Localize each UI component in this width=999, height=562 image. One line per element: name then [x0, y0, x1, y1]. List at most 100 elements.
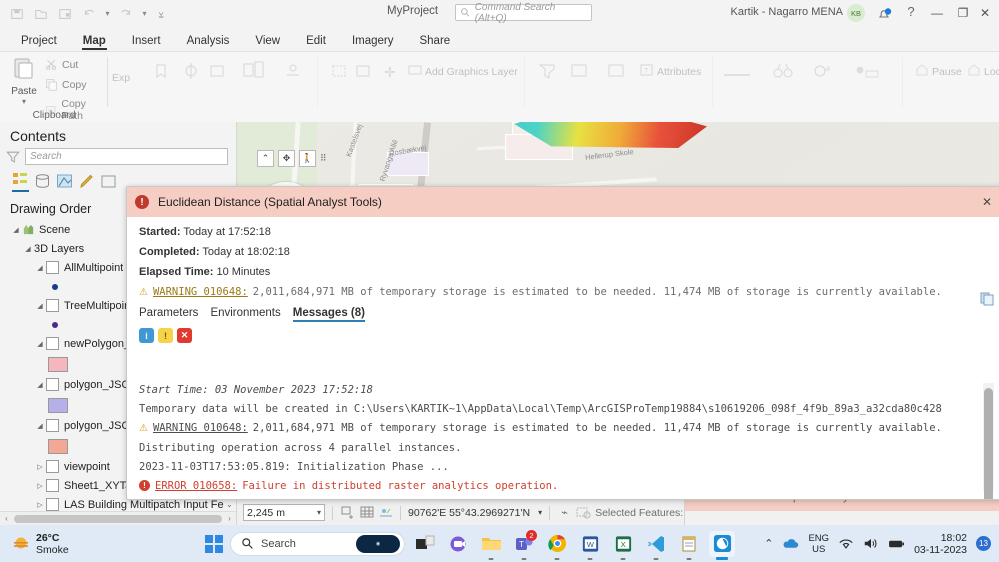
log-error-code[interactable]: ERROR 010658:: [155, 480, 237, 492]
navigator-drag-handle[interactable]: ⠿: [320, 153, 328, 164]
layer-visibility-checkbox[interactable]: [46, 479, 59, 492]
log-warning-code[interactable]: WARNING 010648:: [153, 422, 248, 434]
notification-bell-icon[interactable]: [875, 5, 893, 23]
start-button[interactable]: [205, 535, 223, 553]
add-to-scale-list-icon[interactable]: [340, 505, 355, 520]
open-icon[interactable]: [30, 4, 52, 24]
header-warning-code[interactable]: WARNING 010648:: [153, 286, 248, 298]
undo-dropdown-icon[interactable]: ▾: [102, 4, 113, 24]
cut-button[interactable]: Cut: [45, 58, 78, 71]
select-by-location-icon[interactable]: [570, 62, 590, 83]
notepad-icon[interactable]: [676, 531, 702, 557]
language-indicator[interactable]: ENG US: [808, 533, 829, 555]
clock[interactable]: 18:02 03-11-2023: [914, 532, 967, 556]
layer-visibility-checkbox[interactable]: [46, 460, 59, 473]
locate-point-icon[interactable]: [855, 62, 881, 83]
task-view-icon[interactable]: [412, 531, 438, 557]
coordinate-format-chevron-icon[interactable]: ▾: [538, 508, 542, 517]
walk-mode-icon[interactable]: 🚶: [299, 150, 316, 167]
collapse-arrow-icon[interactable]: ▷: [34, 501, 46, 509]
point-symbol-swatch[interactable]: [52, 322, 58, 328]
copy-messages-icon[interactable]: [980, 292, 994, 309]
layer-list-overflow-icon[interactable]: ⌄: [226, 500, 233, 509]
layer-visibility-checkbox[interactable]: [46, 419, 59, 432]
measure-status-icon[interactable]: ⌁: [557, 505, 572, 520]
minimize-button[interactable]: —: [923, 3, 951, 23]
explore-binoculars-icon[interactable]: [772, 62, 794, 83]
taskbar-search[interactable]: Search ◉: [230, 532, 405, 556]
chevron-down-icon[interactable]: ▾: [317, 508, 321, 517]
layer-visibility-checkbox[interactable]: [46, 261, 59, 274]
close-button[interactable]: ✕: [971, 3, 999, 23]
help-icon[interactable]: ?: [903, 4, 919, 22]
layer-visibility-checkbox[interactable]: [46, 378, 59, 391]
grid-icon[interactable]: [359, 505, 374, 520]
tab-messages[interactable]: Messages (8): [293, 307, 365, 322]
error-filter-icon[interactable]: ✕: [177, 328, 192, 343]
scroll-left-icon[interactable]: ‹: [0, 514, 13, 523]
expand-arrow-icon[interactable]: ◢: [34, 340, 46, 348]
arcgis-pro-icon[interactable]: [709, 531, 735, 557]
undo-icon[interactable]: [78, 4, 100, 24]
locate-icon[interactable]: [208, 62, 226, 83]
microsoft-word-icon[interactable]: W: [577, 531, 603, 557]
layer-visibility-checkbox[interactable]: [46, 337, 59, 350]
account-name[interactable]: Kartik - Nagarro MENA: [731, 6, 843, 18]
layer-visibility-checkbox[interactable]: [46, 299, 59, 312]
zoom-to-selection-icon[interactable]: [607, 62, 627, 83]
microsoft-teams-icon[interactable]: T 2: [511, 531, 537, 557]
tool-messages-dialog[interactable]: ! Euclidean Distance (Spatial Analyst To…: [126, 186, 999, 500]
redo-icon[interactable]: [115, 4, 137, 24]
contents-horizontal-scrollbar[interactable]: ‹ ›: [0, 511, 236, 525]
teams-chat-icon[interactable]: [445, 531, 471, 557]
tab-insert[interactable]: Insert: [119, 33, 174, 51]
customize-quick-access-icon[interactable]: ⩣: [152, 4, 170, 24]
pie-chart-icon[interactable]: [812, 62, 834, 83]
expand-arrow-icon[interactable]: ◢: [34, 302, 46, 310]
warning-filter-icon[interactable]: !: [158, 328, 173, 343]
contents-search-input[interactable]: Search: [25, 148, 228, 165]
tab-analysis[interactable]: Analysis: [174, 33, 243, 51]
tray-overflow-chevron-icon[interactable]: ⌃: [764, 537, 773, 550]
measure-icon[interactable]: [242, 60, 266, 83]
info-filter-icon[interactable]: i: [139, 328, 154, 343]
copy-button[interactable]: Copy: [45, 78, 87, 91]
scroll-right-icon[interactable]: ›: [223, 514, 236, 523]
lock-label[interactable]: Lock: [984, 66, 999, 78]
expand-arrow-icon[interactable]: ◢: [34, 264, 46, 272]
command-search-input[interactable]: Command Search (Alt+Q): [455, 4, 592, 21]
explore-label[interactable]: Exp: [112, 72, 130, 84]
list-by-data-source-icon[interactable]: [34, 173, 51, 190]
snap-to-ground-icon[interactable]: [378, 505, 393, 520]
list-by-drawing-order-icon[interactable]: [12, 171, 29, 192]
expand-arrow-icon[interactable]: ◢: [34, 422, 46, 430]
tab-imagery[interactable]: Imagery: [339, 33, 407, 51]
tab-map[interactable]: Map: [70, 33, 119, 51]
infographics-icon[interactable]: [284, 62, 302, 83]
select-by-attributes-icon[interactable]: [537, 62, 557, 83]
weather-widget[interactable]: 26°C Smoke: [12, 532, 69, 556]
paste-dropdown-icon[interactable]: ▾: [4, 97, 44, 106]
message-log[interactable]: Start Time: 03 November 2023 17:52:18 Te…: [139, 384, 974, 493]
polygon-symbol-swatch[interactable]: [48, 439, 68, 454]
polygon-symbol-swatch[interactable]: [48, 357, 68, 372]
dialog-close-button[interactable]: ✕: [982, 195, 992, 209]
file-explorer-icon[interactable]: [478, 531, 504, 557]
scroll-thumb[interactable]: [984, 388, 993, 500]
message-log-scrollbar[interactable]: [983, 383, 994, 491]
paste-button[interactable]: Paste ▾: [4, 56, 44, 106]
map-scale-selector[interactable]: 2,245 m ▾: [243, 504, 325, 521]
add-graphics-plus-icon[interactable]: ✛: [384, 64, 396, 81]
go-to-xy-icon[interactable]: [182, 62, 200, 83]
battery-icon[interactable]: [888, 537, 905, 550]
select-rect-icon[interactable]: [330, 62, 348, 83]
attributes-label[interactable]: Attributes: [657, 66, 701, 78]
google-chrome-icon[interactable]: [544, 531, 570, 557]
save-as-icon[interactable]: [54, 4, 76, 24]
copilot-pill-icon[interactable]: ◉: [356, 535, 400, 553]
list-by-snapping-icon[interactable]: [100, 173, 117, 190]
notification-count-badge[interactable]: 13: [976, 536, 991, 551]
list-by-selection-icon[interactable]: [56, 173, 73, 190]
microsoft-excel-icon[interactable]: X: [610, 531, 636, 557]
layer-visibility-checkbox[interactable]: [46, 498, 59, 511]
